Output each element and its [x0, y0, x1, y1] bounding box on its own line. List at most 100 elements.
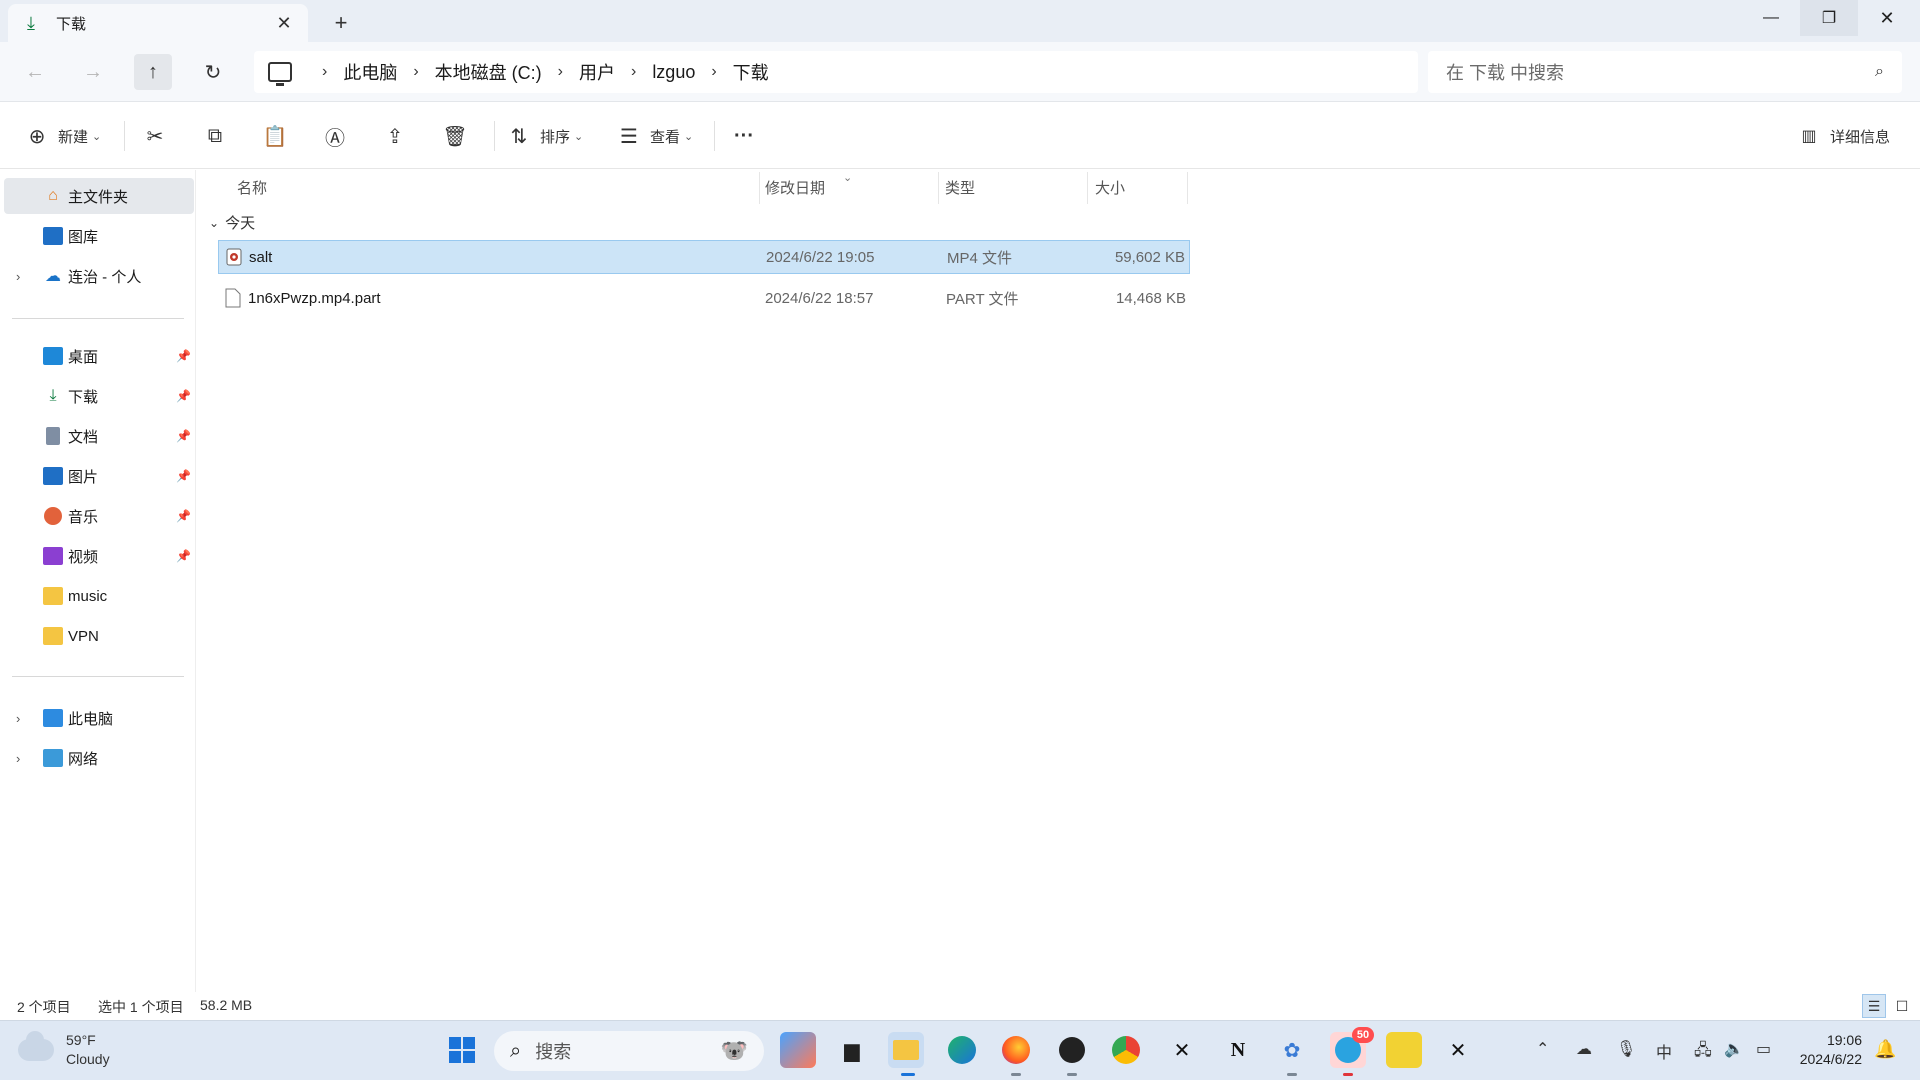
cut-button[interactable]: ✂: [142, 117, 176, 155]
close-tab-icon[interactable]: ✕: [272, 11, 296, 35]
chevron-right-icon[interactable]: ›: [16, 269, 20, 284]
group-header-today[interactable]: ⌄ 今天: [209, 212, 255, 233]
sort-button[interactable]: ⇅ 排序 ⌄: [506, 117, 584, 155]
sidebar-item-videos[interactable]: 视频 📌: [4, 538, 194, 574]
column-header-date[interactable]: 修改日期: [765, 170, 825, 204]
copilot-icon[interactable]: [780, 1032, 816, 1068]
sidebar-divider: [12, 318, 184, 319]
app-icon[interactable]: ✿: [1274, 1032, 1310, 1068]
breadcrumb-separator[interactable]: ›: [711, 63, 716, 81]
breadcrumb-separator[interactable]: ›: [631, 63, 636, 81]
capcut-icon[interactable]: ✕: [1440, 1032, 1476, 1068]
clock[interactable]: 19:06 2024/6/22: [1786, 1031, 1862, 1069]
sidebar-item-label: 视频: [68, 548, 99, 566]
sidebar-item-onedrive[interactable]: › ☁ 连治 - 个人: [4, 258, 194, 294]
more-options-button[interactable]: ···: [734, 117, 754, 155]
paste-button[interactable]: 📋: [262, 117, 296, 155]
new-button[interactable]: ⊕ 新建 ⌄: [24, 117, 102, 155]
tab-downloads[interactable]: ⤓ 下载 ✕: [8, 4, 308, 42]
close-window-button[interactable]: ✕: [1858, 0, 1916, 36]
onedrive-tray-icon[interactable]: ☁: [1576, 1039, 1592, 1059]
sidebar-item-music[interactable]: 音乐 📌: [4, 498, 194, 534]
details-pane-button[interactable]: ▥ 详细信息: [1796, 117, 1890, 155]
rename-button[interactable]: Ⓐ: [322, 117, 356, 155]
sidebar-item-gallery[interactable]: 图库: [4, 218, 194, 254]
sidebar-item-desktop[interactable]: 桌面 📌: [4, 338, 194, 374]
breadcrumb-user[interactable]: lzguo: [652, 62, 695, 83]
breadcrumb-this-pc[interactable]: 此电脑: [343, 59, 397, 85]
breadcrumb-separator[interactable]: ›: [558, 63, 563, 81]
column-divider[interactable]: [1187, 172, 1188, 204]
pin-icon[interactable]: 📌: [176, 509, 191, 523]
chevron-right-icon[interactable]: ›: [16, 711, 20, 726]
breadcrumb-downloads[interactable]: 下载: [733, 59, 769, 85]
pin-icon[interactable]: 📌: [176, 389, 191, 403]
notification-bell-icon[interactable]: 🔔: [1874, 1039, 1896, 1060]
firefox-icon[interactable]: [998, 1032, 1034, 1068]
file-size: 59,602 KB: [1114, 248, 1185, 266]
weather-widget[interactable]: 59°F Cloudy: [18, 1031, 110, 1069]
sidebar-item-downloads[interactable]: ⤓ 下载 📌: [4, 378, 194, 414]
pin-icon[interactable]: 📌: [176, 349, 191, 363]
restore-button[interactable]: ❐: [1800, 0, 1858, 36]
copy-button[interactable]: ⧉: [202, 117, 236, 155]
chevron-right-icon[interactable]: ›: [16, 751, 20, 766]
sidebar-item-this-pc[interactable]: › 此电脑: [4, 700, 194, 736]
app-icon[interactable]: [1054, 1032, 1090, 1068]
column-header-name[interactable]: 名称: [237, 170, 267, 204]
sidebar-item-home[interactable]: ⌂ 主文件夹: [4, 178, 194, 214]
notion-icon[interactable]: N: [1220, 1032, 1256, 1068]
new-tab-button[interactable]: +: [326, 8, 356, 38]
sidebar-item-music-folder[interactable]: music: [4, 578, 194, 614]
pin-icon[interactable]: 📌: [176, 429, 191, 443]
back-button[interactable]: ←: [16, 54, 54, 90]
taskbar-search[interactable]: ⌕ 搜索 🐨: [494, 1031, 764, 1071]
delete-button[interactable]: 🗑: [442, 117, 476, 155]
breadcrumb-separator[interactable]: ›: [413, 63, 418, 81]
pin-icon[interactable]: 📌: [176, 549, 191, 563]
column-divider[interactable]: [1087, 172, 1088, 204]
column-header-type[interactable]: 类型: [945, 170, 975, 204]
computer-icon: [268, 62, 292, 86]
battery-icon[interactable]: ▭: [1756, 1039, 1771, 1059]
column-header-size[interactable]: 大小: [1095, 170, 1125, 204]
breadcrumb-drive-c[interactable]: 本地磁盘 (C:): [435, 59, 542, 85]
breadcrumb-users[interactable]: 用户: [579, 59, 615, 85]
large-icons-view-icon[interactable]: ☐: [1890, 994, 1914, 1018]
file-explorer-icon[interactable]: [888, 1032, 924, 1068]
volume-icon[interactable]: 🔈: [1724, 1039, 1744, 1059]
share-button[interactable]: ⇪: [382, 117, 416, 155]
file-row[interactable]: 1n6xPwzp.mp4.part 2024/6/22 18:57 PART 文…: [218, 281, 1190, 315]
task-view-icon[interactable]: ▆: [834, 1032, 870, 1068]
edge-icon[interactable]: [944, 1032, 980, 1068]
forward-button[interactable]: →: [74, 54, 112, 90]
pin-icon[interactable]: 📌: [176, 469, 191, 483]
chrome-icon[interactable]: [1108, 1032, 1144, 1068]
desktop-icon: [42, 346, 64, 366]
sidebar-item-vpn-folder[interactable]: VPN: [4, 618, 194, 654]
media-player-icon[interactable]: [1386, 1032, 1422, 1068]
minimize-button[interactable]: —: [1742, 0, 1800, 36]
start-button[interactable]: [444, 1032, 480, 1068]
sidebar-item-pictures[interactable]: 图片 📌: [4, 458, 194, 494]
search-input[interactable]: 在 下载 中搜索 ⌕: [1428, 51, 1902, 93]
refresh-button[interactable]: ↻: [194, 54, 232, 90]
microphone-icon[interactable]: 🎙: [1616, 1039, 1636, 1059]
view-button[interactable]: ☰ 查看 ⌄: [616, 117, 693, 155]
sidebar-item-documents[interactable]: 文档 📌: [4, 418, 194, 454]
up-button[interactable]: ↑: [134, 54, 172, 90]
details-view-icon[interactable]: ☰: [1862, 994, 1886, 1018]
network-tray-icon[interactable]: 🖧: [1694, 1039, 1712, 1066]
search-icon[interactable]: ⌕: [1875, 63, 1884, 81]
sidebar-item-label: 图库: [68, 228, 99, 246]
capcut-icon[interactable]: ✕: [1164, 1032, 1200, 1068]
ime-indicator[interactable]: 中: [1656, 1039, 1672, 1063]
column-divider[interactable]: [938, 172, 939, 204]
file-row[interactable]: salt 2024/6/22 19:05 MP4 文件 59,602 KB: [218, 240, 1190, 274]
sidebar-item-network[interactable]: › 网络: [4, 740, 194, 776]
address-bar[interactable]: › 此电脑 › 本地磁盘 (C:) › 用户 › lzguo › 下载: [254, 51, 1418, 93]
show-hidden-icons-chevron[interactable]: ⌃: [1536, 1039, 1549, 1059]
cloud-icon: [18, 1031, 54, 1061]
column-divider[interactable]: [759, 172, 760, 204]
breadcrumb-separator[interactable]: ›: [322, 63, 327, 81]
